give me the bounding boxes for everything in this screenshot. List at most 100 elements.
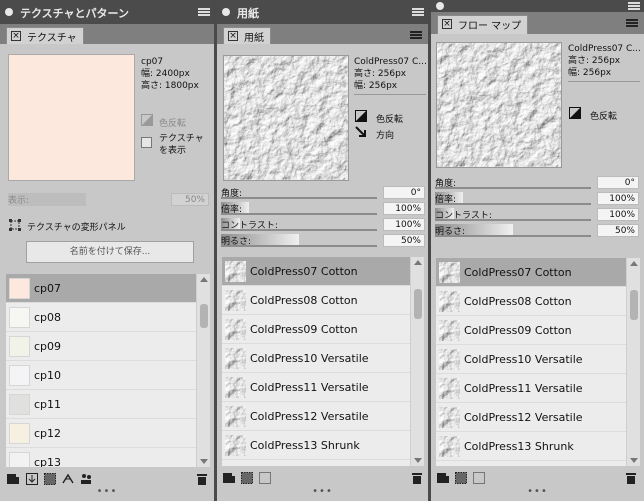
panel-menu-icon[interactable]	[412, 7, 424, 17]
collapse-dot-icon[interactable]	[5, 8, 13, 16]
panel-titlebar[interactable]: テクスチャとパターン	[0, 0, 214, 24]
close-icon[interactable]: ×	[442, 19, 452, 29]
panel-menu-icon[interactable]	[198, 7, 210, 17]
users-icon[interactable]	[80, 473, 92, 485]
scale-slider[interactable]: 倍率: 100%	[435, 192, 639, 205]
capture-icon[interactable]	[241, 472, 253, 484]
tab-flowmap[interactable]: × フロー マップ	[437, 15, 529, 34]
tab-menu-icon[interactable]	[410, 30, 422, 40]
collapse-dot-icon[interactable]	[222, 8, 230, 16]
texture-list-item[interactable]: cp12	[6, 419, 196, 448]
scroll-down-icon[interactable]	[414, 458, 422, 463]
list-scrollbar[interactable]	[196, 274, 210, 467]
scroll-thumb[interactable]	[414, 289, 422, 319]
scroll-thumb[interactable]	[200, 304, 208, 328]
contrast-slider[interactable]: コントラスト: 100%	[435, 208, 639, 221]
slider-value[interactable]: 100%	[597, 208, 639, 221]
slider-value[interactable]: 0°	[383, 186, 425, 199]
paper-list-item[interactable]: ColdPress12 Versatile	[436, 403, 626, 432]
paper-list-item[interactable]: ColdPress11 Versatile	[436, 374, 626, 403]
paper-list-item[interactable]: ColdPress08 Cotton	[222, 286, 410, 315]
capture-icon[interactable]	[44, 473, 56, 485]
paper-list-item[interactable]: ColdPress07 Cotton	[436, 258, 626, 287]
angle-slider[interactable]: 角度: 0°	[221, 186, 425, 199]
more-dots[interactable]: •••	[217, 486, 428, 497]
panel-menu-icon[interactable]	[628, 1, 640, 11]
tab-texture[interactable]: × テクスチャ	[6, 27, 84, 44]
scroll-up-icon[interactable]	[630, 261, 638, 266]
texture-list-item[interactable]: cp11	[6, 390, 196, 419]
list-scrollbar[interactable]	[410, 257, 424, 466]
import-icon[interactable]	[259, 472, 271, 484]
new-layer-icon[interactable]	[7, 473, 19, 485]
new-layer-icon[interactable]	[223, 472, 235, 484]
panel-titlebar[interactable]	[431, 0, 644, 12]
show-texture-checkbox[interactable]	[141, 137, 152, 148]
texture-thumbnail	[9, 278, 30, 299]
import-icon[interactable]	[26, 473, 38, 485]
paper-list-item[interactable]: ColdPress10 Versatile	[222, 344, 410, 373]
trash-icon[interactable]	[625, 472, 637, 484]
scroll-thumb[interactable]	[630, 290, 638, 320]
opacity-slider[interactable]: 表示: 50%	[8, 193, 209, 206]
slider-value[interactable]: 100%	[383, 218, 425, 231]
slider-track[interactable]	[221, 197, 377, 199]
brightness-slider[interactable]: 明るさ: 50%	[435, 224, 639, 237]
paper-list-item[interactable]: ColdPress08 Cotton	[436, 287, 626, 316]
texture-list-item[interactable]: cp08	[6, 303, 196, 332]
list-scrollbar[interactable]	[626, 258, 640, 466]
direction-arrow-icon[interactable]	[355, 126, 367, 138]
collapse-dot-icon[interactable]	[436, 2, 444, 10]
scale-slider[interactable]: 倍率: 100%	[221, 202, 425, 215]
scroll-up-icon[interactable]	[200, 277, 208, 282]
brightness-slider[interactable]: 明るさ: 50%	[221, 234, 425, 247]
scroll-down-icon[interactable]	[630, 458, 638, 463]
trash-icon[interactable]	[411, 472, 423, 484]
paper-list-item[interactable]: ColdPress09 Cotton	[222, 315, 410, 344]
new-layer-icon[interactable]	[437, 472, 449, 484]
save-as-button[interactable]: 名前を付けて保存...	[26, 241, 194, 263]
panel-titlebar[interactable]: 用紙	[217, 0, 428, 24]
paper-list-item[interactable]: ColdPress09 Cotton	[436, 316, 626, 345]
capture-icon[interactable]	[455, 472, 467, 484]
scroll-up-icon[interactable]	[414, 260, 422, 265]
paper-list-item[interactable]: ColdPress07 Cotton	[222, 257, 410, 286]
slider-track[interactable]	[435, 187, 591, 189]
slider-value[interactable]: 50%	[597, 224, 639, 237]
more-dots[interactable]: •••	[431, 486, 644, 497]
texture-list-item[interactable]: cp13	[6, 448, 196, 467]
paper-list-item[interactable]: ColdPress12 Versatile	[222, 402, 410, 431]
tab-menu-icon[interactable]	[626, 18, 638, 28]
paper-list-item[interactable]: ColdPress10 Versatile	[436, 345, 626, 374]
slider-value[interactable]: 0°	[597, 176, 639, 189]
paper-list-item[interactable]: ColdPress13 Shrunk	[436, 432, 626, 461]
slider-track[interactable]	[435, 203, 591, 205]
tab-paper[interactable]: × 用紙	[223, 27, 271, 44]
texture-list-item[interactable]: cp10	[6, 361, 196, 390]
transform-icon[interactable]	[9, 219, 21, 231]
paper-list-item[interactable]: ColdPress13 Shrunk	[222, 431, 410, 460]
trash-icon[interactable]	[196, 473, 208, 485]
contrast-slider[interactable]: コントラスト: 100%	[221, 218, 425, 231]
scroll-down-icon[interactable]	[200, 459, 208, 464]
slider-value[interactable]: 50%	[383, 234, 425, 247]
flip-icon[interactable]	[62, 473, 74, 485]
slider-value[interactable]: 100%	[383, 202, 425, 215]
slider-track[interactable]	[221, 213, 377, 215]
transform-panel-label[interactable]: テクスチャの変形パネル	[27, 220, 126, 233]
angle-slider[interactable]: 角度: 0°	[435, 176, 639, 189]
invert-icon[interactable]	[141, 114, 153, 126]
paper-item-name: ColdPress12 Versatile	[464, 411, 583, 424]
invert-icon[interactable]	[355, 110, 367, 122]
close-icon[interactable]: ×	[228, 31, 238, 41]
paper-list-item[interactable]: ColdPress11 Versatile	[222, 373, 410, 402]
texture-list-item[interactable]: cp07	[6, 274, 196, 303]
texture-panel: テクスチャとパターン × テクスチャ cp07 幅: 2400px 高さ: 18…	[0, 0, 214, 501]
more-dots[interactable]: •••	[0, 486, 214, 497]
invert-icon[interactable]	[569, 107, 581, 119]
close-icon[interactable]: ×	[11, 31, 21, 41]
texture-list-item[interactable]: cp09	[6, 332, 196, 361]
opacity-value[interactable]: 50%	[171, 193, 209, 206]
slider-value[interactable]: 100%	[597, 192, 639, 205]
import-icon[interactable]	[473, 472, 485, 484]
